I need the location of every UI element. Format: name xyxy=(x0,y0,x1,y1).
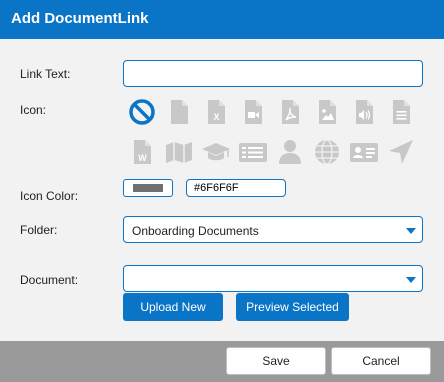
document-select[interactable] xyxy=(123,265,423,292)
location-arrow-icon[interactable] xyxy=(386,137,416,167)
folder-label: Folder: xyxy=(20,223,58,237)
excel-file-icon[interactable]: X xyxy=(201,97,231,127)
icon-color-swatch[interactable] xyxy=(123,179,173,197)
audio-file-icon[interactable] xyxy=(349,97,379,127)
color-swatch-fill xyxy=(133,184,163,192)
list-card-icon[interactable] xyxy=(238,137,268,167)
dialog-title: Add DocumentLink xyxy=(11,10,149,27)
save-button[interactable]: Save xyxy=(226,347,326,375)
icon-color-input[interactable] xyxy=(186,179,286,197)
graduation-cap-icon[interactable] xyxy=(201,137,231,167)
id-card-icon[interactable] xyxy=(349,137,379,167)
cancel-button[interactable]: Cancel xyxy=(331,347,431,375)
icon-color-label: Icon Color: xyxy=(20,189,79,203)
link-text-input[interactable] xyxy=(123,60,423,87)
preview-selected-button[interactable]: Preview Selected xyxy=(236,293,349,321)
chevron-down-icon xyxy=(406,277,416,283)
svg-text:X: X xyxy=(213,112,219,122)
folder-select[interactable]: Onboarding Documents xyxy=(123,216,423,243)
link-text-label: Link Text: xyxy=(20,67,71,81)
chevron-down-icon xyxy=(406,228,416,234)
svg-text:W: W xyxy=(138,153,147,163)
document-label: Document: xyxy=(20,273,79,287)
upload-new-button[interactable]: Upload New xyxy=(123,293,223,321)
image-file-icon[interactable] xyxy=(312,97,342,127)
video-file-icon[interactable] xyxy=(238,97,268,127)
no-icon[interactable] xyxy=(127,97,157,127)
add-document-link-dialog: Add DocumentLink Link Text: Icon: X W Ic… xyxy=(0,0,444,382)
pdf-file-icon[interactable] xyxy=(275,97,305,127)
text-file-icon[interactable] xyxy=(386,97,416,127)
dialog-titlebar: Add DocumentLink xyxy=(0,0,444,39)
word-file-icon[interactable]: W xyxy=(127,137,157,167)
map-icon[interactable] xyxy=(164,137,194,167)
globe-icon[interactable] xyxy=(312,137,342,167)
user-icon[interactable] xyxy=(275,137,305,167)
icon-label: Icon: xyxy=(20,103,47,117)
file-icon[interactable] xyxy=(164,97,194,127)
folder-select-value: Onboarding Documents xyxy=(132,224,259,238)
